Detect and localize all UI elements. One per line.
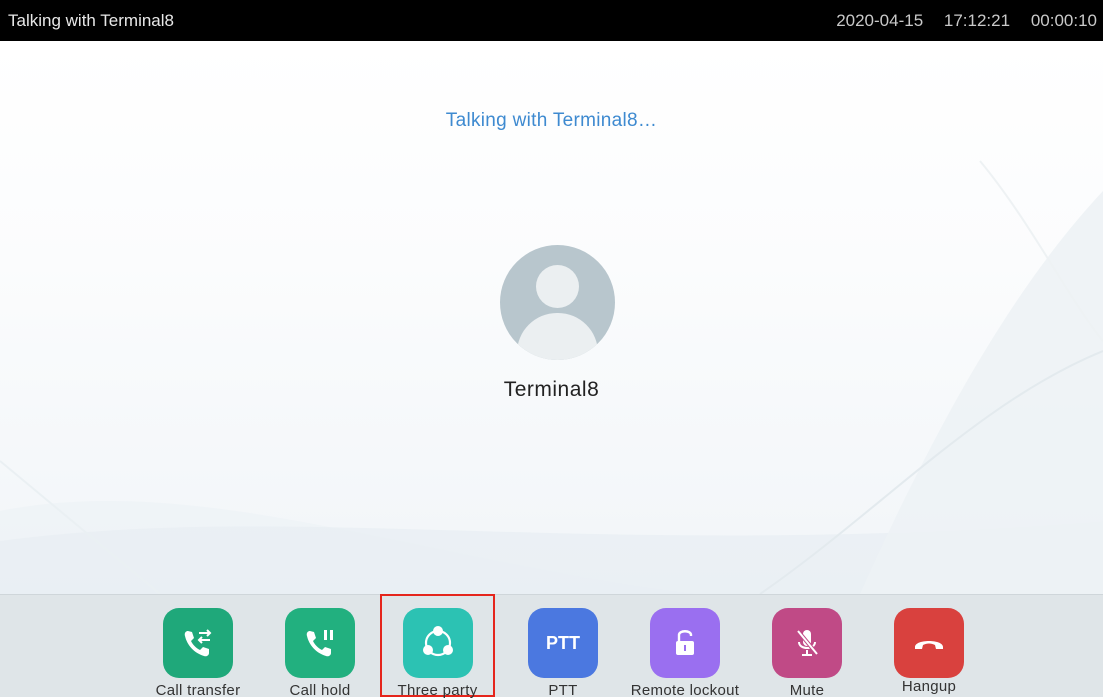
hangup-button[interactable]: Hangup [874,594,984,697]
hangup-icon [894,608,964,678]
three-party-button[interactable]: Three party [380,594,495,699]
ptt-icon-text: PTT [546,632,580,653]
call-panel: Talking with Terminal8… Terminal8 [0,41,1103,594]
contact-name: Terminal8 [503,378,600,401]
hangup-label: Hangup [901,678,957,695]
date-text: 2020-04-15 [836,11,924,30]
call-status-text: Talking with Terminal8… [445,110,658,131]
avatar-head [536,265,579,308]
time-text: 17:12:21 [943,11,1011,30]
call-hold-button[interactable]: Call hold [265,594,375,699]
ptt-button[interactable]: PTT PTT [508,594,618,699]
top-status-bar: Talking with Terminal8 2020-04-15 17:12:… [0,0,1103,41]
unlock-icon [650,608,720,678]
header-info: 2020-04-15 17:12:21 00:00:10 [820,0,1097,41]
avatar-body [517,313,598,360]
mute-mic-icon [772,608,842,678]
three-party-icon [402,608,473,678]
mute-button[interactable]: Mute [752,594,862,699]
call-duration-text: 00:00:10 [1030,11,1097,30]
call-transfer-button[interactable]: Call transfer [143,594,253,699]
window-title: Talking with Terminal8 [8,11,174,30]
call-transfer-icon [163,608,233,678]
ptt-icon: PTT [528,608,598,678]
call-action-toolbar: Call transfer Call hold Three party PTT [0,594,1103,699]
contact-avatar [500,245,615,360]
remote-lockout-button[interactable]: Remote lockout [630,594,740,699]
call-hold-icon [285,608,355,678]
